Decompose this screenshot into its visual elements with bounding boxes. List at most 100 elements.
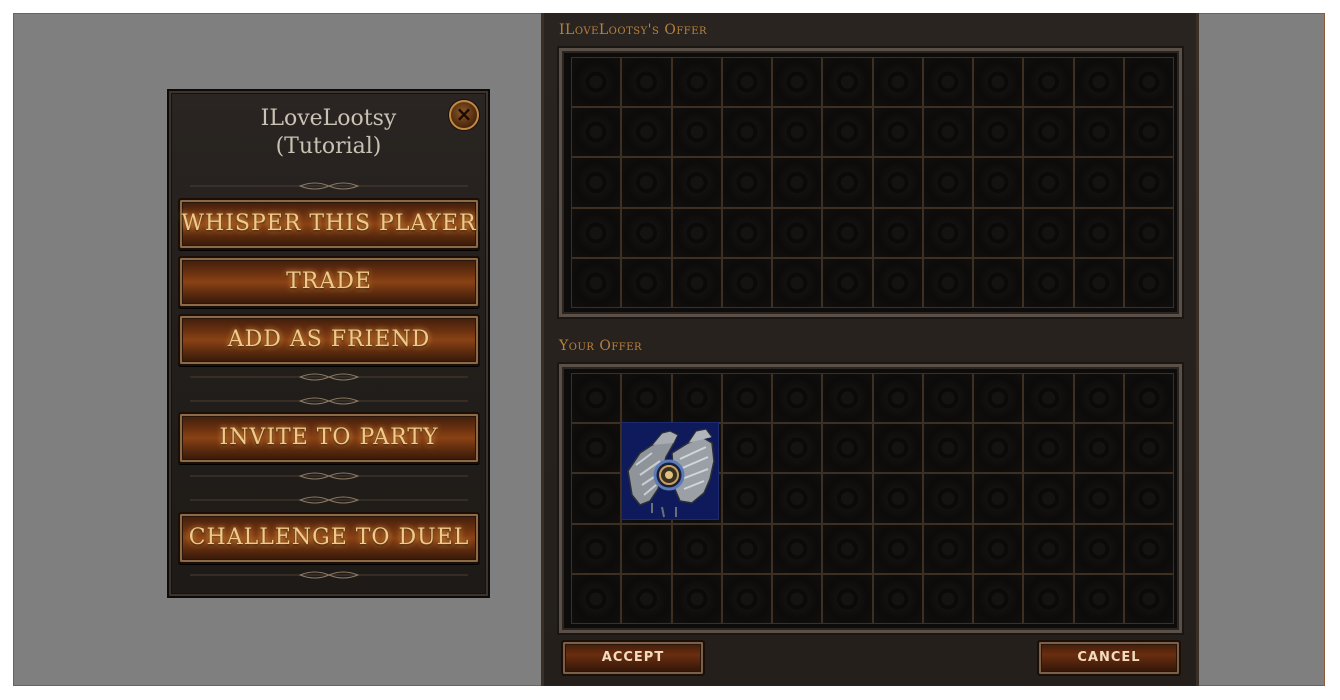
inventory-slot[interactable] <box>1123 523 1174 574</box>
inventory-slot[interactable] <box>1023 473 1074 524</box>
inventory-slot[interactable] <box>772 473 823 524</box>
inventory-slot[interactable] <box>721 257 772 308</box>
inventory-slot[interactable] <box>1123 573 1174 624</box>
inventory-slot[interactable] <box>822 157 873 208</box>
inventory-slot[interactable] <box>922 573 973 624</box>
inventory-slot[interactable] <box>1023 257 1074 308</box>
inventory-slot[interactable] <box>772 523 823 574</box>
inventory-slot[interactable] <box>1123 423 1174 474</box>
accept-button[interactable]: ACCEPT <box>561 640 705 676</box>
inventory-slot[interactable] <box>721 207 772 258</box>
inventory-slot[interactable] <box>1123 57 1174 108</box>
inventory-slot[interactable] <box>721 473 772 524</box>
inventory-slot[interactable] <box>571 423 622 474</box>
challenge-duel-button[interactable]: CHALLENGE TO DUEL <box>178 512 480 564</box>
inventory-slot[interactable] <box>571 107 622 158</box>
inventory-slot[interactable] <box>671 523 722 574</box>
inventory-slot[interactable] <box>571 257 622 308</box>
inventory-slot[interactable] <box>671 257 722 308</box>
inventory-slot[interactable] <box>721 107 772 158</box>
inventory-slot[interactable] <box>1023 373 1074 424</box>
inventory-slot[interactable] <box>671 207 722 258</box>
inventory-slot[interactable] <box>872 573 923 624</box>
inventory-slot[interactable] <box>571 157 622 208</box>
inventory-slot[interactable] <box>772 157 823 208</box>
inventory-slot[interactable] <box>922 107 973 158</box>
inventory-slot[interactable] <box>1023 107 1074 158</box>
inventory-slot[interactable] <box>922 423 973 474</box>
inventory-slot[interactable] <box>922 207 973 258</box>
inventory-slot[interactable] <box>671 57 722 108</box>
inventory-slot[interactable] <box>822 373 873 424</box>
inventory-slot[interactable] <box>671 573 722 624</box>
gauntlets-item[interactable] <box>621 422 719 520</box>
inventory-slot[interactable] <box>1123 157 1174 208</box>
inventory-slot[interactable] <box>721 373 772 424</box>
inventory-slot[interactable] <box>872 523 923 574</box>
inventory-slot[interactable] <box>1123 373 1174 424</box>
inventory-slot[interactable] <box>822 257 873 308</box>
inventory-slot[interactable] <box>1023 523 1074 574</box>
trade-button[interactable]: TRADE <box>178 256 480 308</box>
inventory-slot[interactable] <box>1073 423 1124 474</box>
inventory-slot[interactable] <box>922 523 973 574</box>
inventory-slot[interactable] <box>1023 57 1074 108</box>
inventory-slot[interactable] <box>721 573 772 624</box>
inventory-slot[interactable] <box>571 207 622 258</box>
inventory-slot[interactable] <box>571 373 622 424</box>
inventory-slot[interactable] <box>973 473 1024 524</box>
inventory-slot[interactable] <box>721 523 772 574</box>
inventory-slot[interactable] <box>1073 207 1124 258</box>
inventory-slot[interactable] <box>772 423 823 474</box>
inventory-slot[interactable] <box>872 157 923 208</box>
inventory-slot[interactable] <box>973 423 1024 474</box>
inventory-slot[interactable] <box>973 157 1024 208</box>
inventory-slot[interactable] <box>822 523 873 574</box>
inventory-slot[interactable] <box>1023 423 1074 474</box>
inventory-slot[interactable] <box>1023 207 1074 258</box>
inventory-slot[interactable] <box>772 207 823 258</box>
inventory-slot[interactable] <box>922 373 973 424</box>
inventory-slot[interactable] <box>721 57 772 108</box>
inventory-slot[interactable] <box>922 57 973 108</box>
inventory-slot[interactable] <box>973 207 1024 258</box>
inventory-slot[interactable] <box>922 257 973 308</box>
inventory-slot[interactable] <box>872 257 923 308</box>
inventory-slot[interactable] <box>621 57 672 108</box>
inventory-slot[interactable] <box>872 373 923 424</box>
inventory-slot[interactable] <box>671 157 722 208</box>
inventory-slot[interactable] <box>1073 473 1124 524</box>
inventory-slot[interactable] <box>872 423 923 474</box>
cancel-button[interactable]: CANCEL <box>1037 640 1181 676</box>
inventory-slot[interactable] <box>822 207 873 258</box>
inventory-slot[interactable] <box>973 257 1024 308</box>
inventory-slot[interactable] <box>822 57 873 108</box>
inventory-slot[interactable] <box>621 573 672 624</box>
inventory-slot[interactable] <box>772 57 823 108</box>
inventory-slot[interactable] <box>772 107 823 158</box>
inventory-slot[interactable] <box>571 573 622 624</box>
whisper-player-button[interactable]: WHISPER THIS PLAYER <box>178 198 480 250</box>
close-menu-button[interactable]: × <box>449 100 479 130</box>
inventory-slot[interactable] <box>772 257 823 308</box>
inventory-slot[interactable] <box>822 473 873 524</box>
inventory-slot[interactable] <box>1023 573 1074 624</box>
inventory-slot[interactable] <box>621 523 672 574</box>
inventory-slot[interactable] <box>922 157 973 208</box>
inventory-slot[interactable] <box>1073 107 1124 158</box>
add-friend-button[interactable]: ADD AS FRIEND <box>178 314 480 366</box>
inventory-slot[interactable] <box>1123 207 1174 258</box>
inventory-slot[interactable] <box>1123 257 1174 308</box>
inventory-slot[interactable] <box>721 157 772 208</box>
inventory-slot[interactable] <box>571 473 622 524</box>
inventory-slot[interactable] <box>872 473 923 524</box>
inventory-slot[interactable] <box>1123 473 1174 524</box>
inventory-slot[interactable] <box>822 423 873 474</box>
inventory-slot[interactable] <box>721 423 772 474</box>
inventory-slot[interactable] <box>621 257 672 308</box>
inventory-slot[interactable] <box>973 373 1024 424</box>
inventory-slot[interactable] <box>822 573 873 624</box>
inventory-slot[interactable] <box>621 107 672 158</box>
inventory-slot[interactable] <box>772 373 823 424</box>
inventory-slot[interactable] <box>1073 373 1124 424</box>
